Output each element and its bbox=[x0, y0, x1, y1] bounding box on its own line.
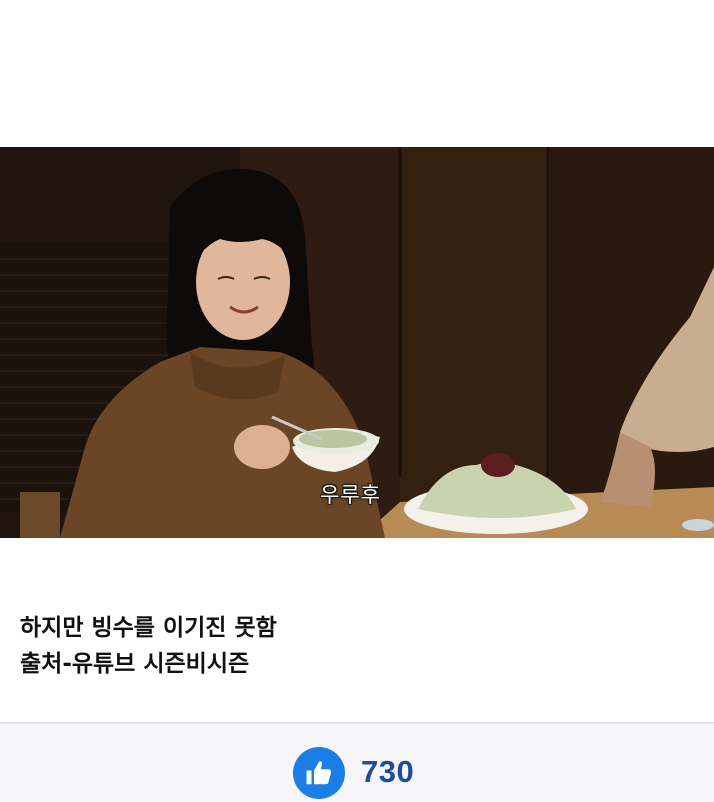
like-button[interactable] bbox=[293, 747, 345, 799]
thumbs-up-icon bbox=[306, 761, 331, 785]
caption-line-2: 출처-유튜브 시즌비시즌 bbox=[20, 651, 250, 677]
video-subtitle: 우루후 bbox=[320, 483, 381, 507]
like-count: 730 bbox=[361, 754, 415, 789]
video-still[interactable]: 우루후 bbox=[0, 147, 714, 538]
caption-line-1: 하지만 빙수를 이기진 못함 bbox=[20, 615, 277, 641]
reaction-bar: 730 bbox=[0, 724, 714, 802]
post-page: 우루후 하지만 빙수를 이기진 못함 출처-유튜브 시즌비시즌 730 bbox=[0, 0, 714, 802]
post-caption: 하지만 빙수를 이기진 못함 출처-유튜브 시즌비시즌 bbox=[20, 610, 277, 682]
